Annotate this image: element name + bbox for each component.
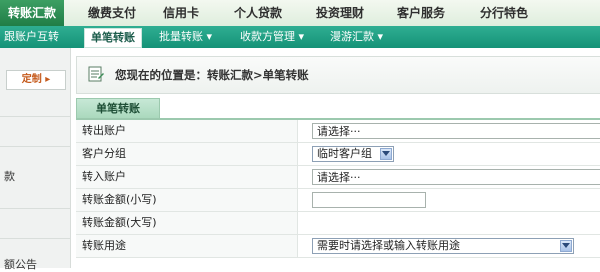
form-row-from-account: 转出账户 请选择···: [76, 120, 600, 143]
transfer-form: 转出账户 请选择··· 客户分组 临时客户组 转入账户 请选择··· 转账金额(…: [76, 118, 600, 258]
sidebar-item-partial[interactable]: 款: [4, 168, 15, 184]
top-nav-item-loan[interactable]: 个人贷款: [234, 0, 282, 26]
customer-group-select[interactable]: 临时客户组: [312, 146, 394, 162]
sidebar-item-notice[interactable]: 额公告: [4, 256, 37, 272]
from-account-select[interactable]: 请选择···: [312, 123, 600, 139]
sub-nav-item-roaming-remit[interactable]: 漫游汇款 ▾: [330, 26, 383, 48]
sidebar-divider: [0, 146, 70, 147]
form-row-purpose: 转账用途 需要时请选择或输入转账用途: [76, 235, 600, 258]
sidebar: 定制 ▸ 款 额公告: [0, 48, 71, 271]
purpose-value: 需要时请选择或输入转账用途: [317, 239, 460, 252]
breadcrumb: 您现在的位置是：转账汇款>单笔转账: [76, 56, 600, 94]
sub-nav-item-single-transfer[interactable]: 单笔转账: [84, 28, 142, 48]
top-nav-item-payment[interactable]: 缴费支付: [88, 0, 136, 26]
customer-group-value: 临时客户组: [317, 147, 372, 160]
sub-nav: 跟账户互转 单笔转账 批量转账 ▾ 收款方管理 ▾ 漫游汇款 ▾: [0, 26, 600, 48]
form-row-to-account: 转入账户 请选择···: [76, 166, 600, 189]
tab-single-transfer[interactable]: 单笔转账: [76, 98, 160, 119]
sidebar-divider: [0, 208, 70, 209]
sub-nav-item-payee-management[interactable]: 收款方管理 ▾: [240, 26, 304, 48]
sidebar-divider: [0, 116, 70, 117]
amount-lower-input[interactable]: [312, 192, 426, 208]
to-account-select[interactable]: 请选择···: [312, 169, 600, 185]
top-nav-item-service[interactable]: 客户服务: [397, 0, 445, 26]
form-row-amount-lower: 转账金额(小写): [76, 189, 600, 212]
purpose-label: 转账用途: [76, 235, 298, 257]
from-account-label: 转出账户: [76, 120, 298, 142]
top-nav-item-transfer[interactable]: 转账汇款: [0, 0, 64, 27]
purpose-select[interactable]: 需要时请选择或输入转账用途: [312, 238, 574, 254]
top-nav: 转账汇款 缴费支付 信用卡 个人贷款 投资理财 客户服务 分行特色: [0, 0, 600, 27]
sidebar-divider: [0, 238, 70, 239]
customer-group-label: 客户分组: [76, 143, 298, 165]
top-nav-item-branch[interactable]: 分行特色: [480, 0, 528, 26]
customize-button[interactable]: 定制 ▸: [6, 70, 66, 90]
document-icon: [87, 65, 105, 83]
form-row-amount-upper: 转账金额(大写): [76, 212, 600, 235]
to-account-label: 转入账户: [76, 166, 298, 188]
top-nav-item-credit-card[interactable]: 信用卡: [163, 0, 199, 26]
sub-nav-item-batch-transfer[interactable]: 批量转账 ▾: [159, 26, 212, 48]
chevron-down-icon[interactable]: [560, 240, 572, 252]
sub-nav-item-account-transfer[interactable]: 跟账户互转: [4, 26, 59, 48]
form-row-customer-group: 客户分组 临时客户组: [76, 143, 600, 166]
amount-lower-label: 转账金额(小写): [76, 189, 298, 211]
chevron-down-icon[interactable]: [380, 148, 392, 160]
top-nav-item-investment[interactable]: 投资理财: [316, 0, 364, 26]
amount-upper-label: 转账金额(大写): [76, 212, 298, 234]
main-content: 您现在的位置是：转账汇款>单笔转账 单笔转账 转出账户 请选择··· 客户分组 …: [76, 56, 600, 268]
breadcrumb-text: 您现在的位置是：转账汇款>单笔转账: [115, 68, 309, 82]
